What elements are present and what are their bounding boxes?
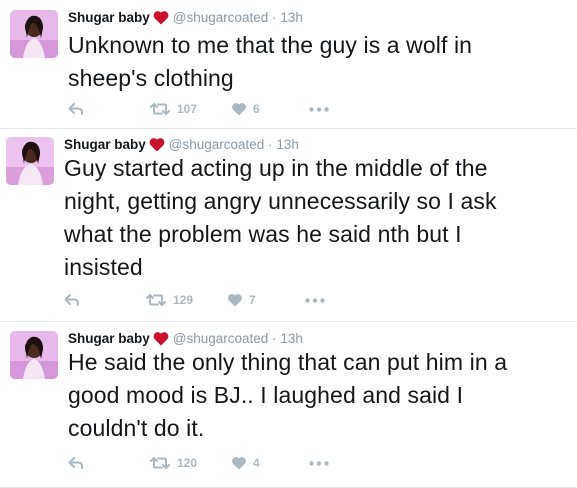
- avatar[interactable]: [10, 10, 58, 58]
- more-button[interactable]: [309, 461, 329, 466]
- avatar[interactable]: [6, 137, 54, 185]
- more-icon: [309, 107, 329, 112]
- retweet-button[interactable]: 120: [149, 456, 197, 470]
- tweet-text-line: He said the only thing that can put him …: [68, 349, 508, 375]
- tweet-text: He said the only thing that can put him …: [68, 346, 507, 445]
- avatar[interactable]: [10, 331, 58, 379]
- more-icon: [305, 298, 325, 303]
- tweet-actions: 107 6: [68, 102, 368, 122]
- like-count: 4: [253, 456, 260, 470]
- retweet-icon: [145, 293, 167, 307]
- separator: ·: [272, 331, 277, 346]
- tweet-actions: 120 4: [68, 456, 368, 476]
- retweet-icon: [149, 102, 171, 116]
- reply-icon: [68, 102, 84, 116]
- display-name[interactable]: Shugar baby: [68, 331, 150, 346]
- username[interactable]: @shugarcoated: [173, 10, 269, 25]
- tweet[interactable]: Shugar baby @shugarcoated · 13h Unknown t…: [0, 0, 577, 129]
- tweet[interactable]: Shugar baby @shugarcoated · 13h Guy start…: [0, 129, 577, 322]
- tweet-text-line: sheep's clothing: [68, 65, 234, 91]
- like-button[interactable]: 6: [231, 102, 260, 116]
- timestamp[interactable]: 13h: [280, 331, 303, 346]
- retweet-icon: [149, 456, 171, 470]
- like-count: 6: [253, 102, 260, 116]
- retweet-count: 107: [177, 102, 198, 116]
- like-button[interactable]: 4: [231, 456, 260, 470]
- display-name[interactable]: Shugar baby: [68, 10, 150, 25]
- tweet-text-line: Unknown to me that the guy is a wolf in: [68, 32, 473, 58]
- heart-icon: [227, 293, 243, 307]
- separator: ·: [268, 137, 273, 152]
- heart-icon: [231, 456, 247, 470]
- username[interactable]: @shugarcoated: [173, 331, 269, 346]
- tweet-text-line: couldn't do it.: [68, 415, 205, 441]
- more-icon: [309, 461, 329, 466]
- reply-icon: [64, 293, 80, 307]
- more-button[interactable]: [305, 298, 325, 303]
- tweet-text: Guy started acting up in the middle of t…: [64, 152, 497, 284]
- red-heart-icon: [153, 10, 169, 29]
- tweet-text-line: night, getting angry unnecessarily so I …: [64, 188, 497, 214]
- like-count: 7: [249, 293, 256, 307]
- tweet-text-line: Guy started acting up in the middle of t…: [64, 155, 488, 181]
- reply-button[interactable]: [68, 102, 84, 116]
- tweet-text: Unknown to me that the guy is a wolf in …: [68, 29, 472, 95]
- tweet-text-line: what the problem was he said nth but I: [64, 221, 462, 247]
- heart-icon: [231, 102, 247, 116]
- timestamp[interactable]: 13h: [276, 137, 299, 152]
- reply-icon: [68, 456, 84, 470]
- more-button[interactable]: [309, 107, 329, 112]
- reply-button[interactable]: [64, 293, 80, 307]
- like-button[interactable]: 7: [227, 293, 256, 307]
- retweet-count: 120: [177, 456, 198, 470]
- tweet-header: Shugar baby @shugarcoated · 13h: [68, 10, 303, 29]
- retweet-count: 129: [173, 293, 194, 307]
- tweet-text-line: good mood is BJ.. I laughed and said I: [68, 382, 464, 408]
- tweet[interactable]: Shugar baby @shugarcoated · 13h He said t…: [0, 322, 577, 488]
- tweet-text-line: insisted: [64, 254, 143, 280]
- timestamp[interactable]: 13h: [280, 10, 303, 25]
- tweet-actions: 129 7: [64, 293, 364, 313]
- display-name[interactable]: Shugar baby: [64, 137, 146, 152]
- separator: ·: [272, 10, 277, 25]
- retweet-button[interactable]: 129: [145, 293, 193, 307]
- username[interactable]: @shugarcoated: [169, 137, 265, 152]
- retweet-button[interactable]: 107: [149, 102, 197, 116]
- reply-button[interactable]: [68, 456, 84, 470]
